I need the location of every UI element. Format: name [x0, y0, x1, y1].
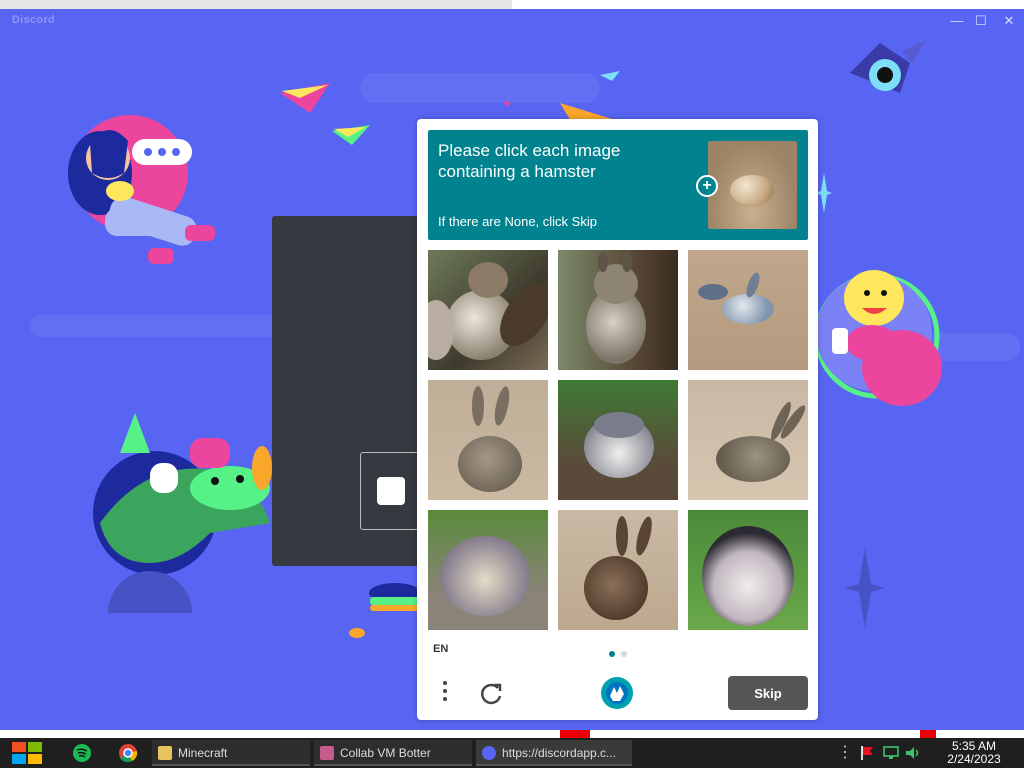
- image-tile-1[interactable]: [428, 250, 548, 370]
- cloud-decoration: [30, 315, 290, 337]
- prompt-text: Please click each image containing a ham…: [438, 141, 621, 181]
- app-icon: [320, 746, 334, 760]
- app-title: Discord: [12, 14, 56, 26]
- image-tile-4[interactable]: [428, 380, 548, 500]
- title-bar: Discord — ☐ ✕: [0, 9, 1024, 33]
- task-label: https://discordapp.c...: [502, 746, 617, 760]
- image-tile-9[interactable]: [688, 510, 808, 630]
- taskbar-item-collab-vm-botter[interactable]: Collab VM Botter: [314, 740, 472, 766]
- network-icon[interactable]: [882, 744, 900, 762]
- dialog-checkbox-frame: [360, 452, 424, 530]
- system-clock[interactable]: 5:35 AM 2/24/2023: [934, 740, 1014, 766]
- image-tile-8[interactable]: [558, 510, 678, 630]
- volume-icon[interactable]: [904, 744, 922, 762]
- image-tile-6[interactable]: [688, 380, 808, 500]
- image-tile-5[interactable]: [558, 380, 678, 500]
- dragon-illustration: [93, 413, 272, 613]
- bottom-strip: [0, 730, 1024, 738]
- spotify-icon[interactable]: [70, 742, 94, 764]
- language-selector[interactable]: EN: [433, 643, 448, 655]
- challenge-prompt: Please click each image containing a ham…: [428, 130, 808, 240]
- background-dialog: [272, 216, 432, 566]
- hcaptcha-logo-icon: [601, 677, 633, 709]
- captcha-challenge: Please click each image containing a ham…: [417, 119, 818, 720]
- sparkle-decoration: [845, 548, 885, 628]
- clock-date: 2/24/2023: [947, 752, 1001, 766]
- taskbar-item-minecraft[interactable]: Minecraft: [152, 740, 310, 766]
- character-illustration: [814, 270, 942, 406]
- close-button[interactable]: ✕: [998, 12, 1020, 30]
- top-strip: [0, 0, 1024, 9]
- taskbar-item-discord[interactable]: https://discordapp.c...: [476, 740, 632, 766]
- page-dot-active: [609, 651, 615, 657]
- top-strip-window: [0, 0, 512, 9]
- prompt-subtext: If there are None, click Skip: [438, 214, 597, 229]
- example-image: [708, 141, 797, 229]
- tray-overflow-icon[interactable]: ⋮: [836, 744, 854, 762]
- task-label: Collab VM Botter: [340, 746, 431, 760]
- discord-icon: [482, 746, 496, 760]
- sparkle-decoration: [816, 173, 832, 213]
- plus-icon[interactable]: +: [696, 175, 718, 197]
- taskbar: Minecraft Collab VM Botter https://disco…: [0, 738, 1024, 768]
- maximize-button[interactable]: ☐: [970, 12, 992, 30]
- flag-icon[interactable]: [858, 744, 876, 762]
- svg-text:✦: ✦: [502, 97, 512, 111]
- chrome-icon[interactable]: [116, 742, 140, 764]
- refresh-icon[interactable]: [477, 679, 505, 707]
- page-dot: [621, 651, 627, 657]
- task-label: Minecraft: [178, 746, 228, 760]
- image-tile-2[interactable]: [558, 250, 678, 370]
- folder-icon: [158, 746, 172, 760]
- start-button-icon[interactable]: [10, 741, 44, 765]
- image-grid: [428, 250, 808, 630]
- image-tile-3[interactable]: [688, 250, 808, 370]
- creature-illustration: [850, 41, 925, 93]
- character-illustration: [68, 115, 215, 264]
- minimize-button[interactable]: —: [946, 12, 968, 30]
- skip-button[interactable]: Skip: [728, 676, 808, 710]
- image-tile-7[interactable]: [428, 510, 548, 630]
- more-options-icon[interactable]: [437, 679, 453, 707]
- checkbox[interactable]: [377, 477, 405, 505]
